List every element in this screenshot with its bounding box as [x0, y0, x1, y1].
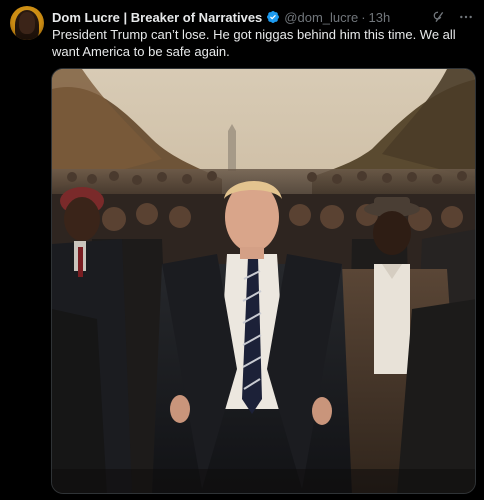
user-avatar[interactable] [10, 6, 44, 40]
grok-icon[interactable] [430, 9, 446, 25]
tweet-timestamp[interactable]: 13h [369, 10, 391, 25]
separator-dot: · [361, 9, 366, 25]
avatar-face [19, 12, 35, 34]
verified-badge-icon[interactable] [266, 10, 280, 24]
media-illustration [52, 69, 475, 493]
tweet-header: Dom Lucre | Breaker of Narratives @dom_l… [52, 8, 474, 26]
author-handle[interactable]: @dom_lucre [284, 10, 358, 25]
tweet-media-image[interactable] [51, 68, 476, 494]
tweet-text: President Trump can’t lose. He got nigga… [52, 27, 456, 59]
more-options-icon[interactable] [458, 9, 474, 25]
header-actions [430, 9, 474, 25]
author-display-name[interactable]: Dom Lucre | Breaker of Narratives [52, 10, 262, 25]
tweet[interactable]: Dom Lucre | Breaker of Narratives @dom_l… [0, 0, 484, 500]
